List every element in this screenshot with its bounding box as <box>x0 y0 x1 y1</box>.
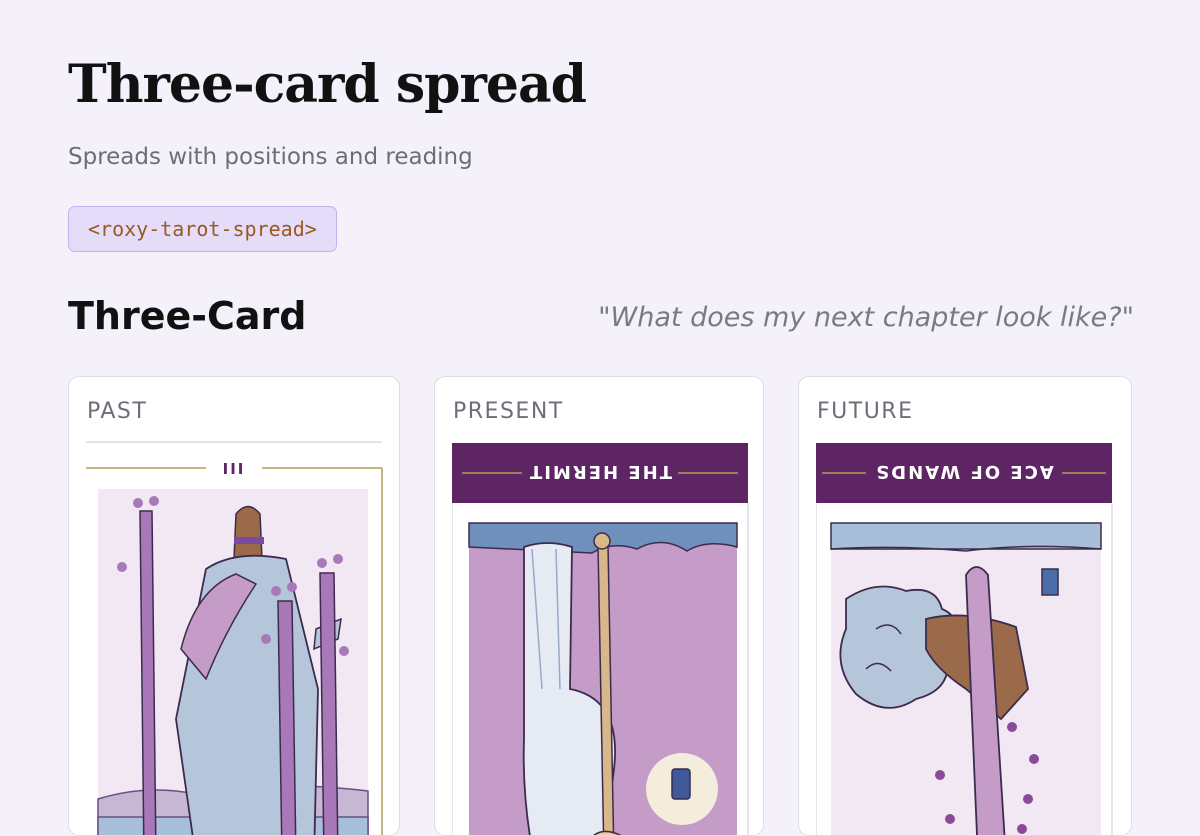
card-slot-present[interactable]: PRESENT THE HERMIT <box>434 376 764 836</box>
card-slot-past[interactable]: PAST III <box>68 376 400 836</box>
card-numeral: III <box>223 460 246 478</box>
position-label-present: PRESENT <box>453 399 564 424</box>
card-illustration-ace-of-wands: ACE OF WANDS <box>816 443 1113 835</box>
card-name-the-hermit: THE HERMIT <box>528 461 672 482</box>
tarot-card-the-hermit[interactable]: THE HERMIT <box>452 439 752 835</box>
card-name-ace-of-wands: ACE OF WANDS <box>874 461 1054 482</box>
card-slot-future[interactable]: FUTURE ACE OF WANDS <box>798 376 1132 836</box>
position-label-future: FUTURE <box>817 399 914 424</box>
cards-row: PAST III PRESENT THE HERMIT FUTURE ACE O… <box>68 376 1132 836</box>
component-tag: <roxy-tarot-spread> <box>68 206 337 252</box>
tarot-card-ace-of-wands[interactable]: ACE OF WANDS <box>816 439 1116 835</box>
spread-question: "What does my next chapter look like?" <box>598 302 1134 333</box>
page-subtitle: Spreads with positions and reading <box>68 144 473 170</box>
position-label-past: PAST <box>87 399 148 424</box>
page-title: Three-card spread <box>68 54 587 115</box>
tarot-card-three-of-wands[interactable]: III <box>86 439 386 835</box>
spread-name: Three-Card <box>68 294 307 338</box>
card-illustration-three-of-wands: III <box>86 441 383 835</box>
card-illustration-the-hermit: THE HERMIT <box>452 443 749 835</box>
